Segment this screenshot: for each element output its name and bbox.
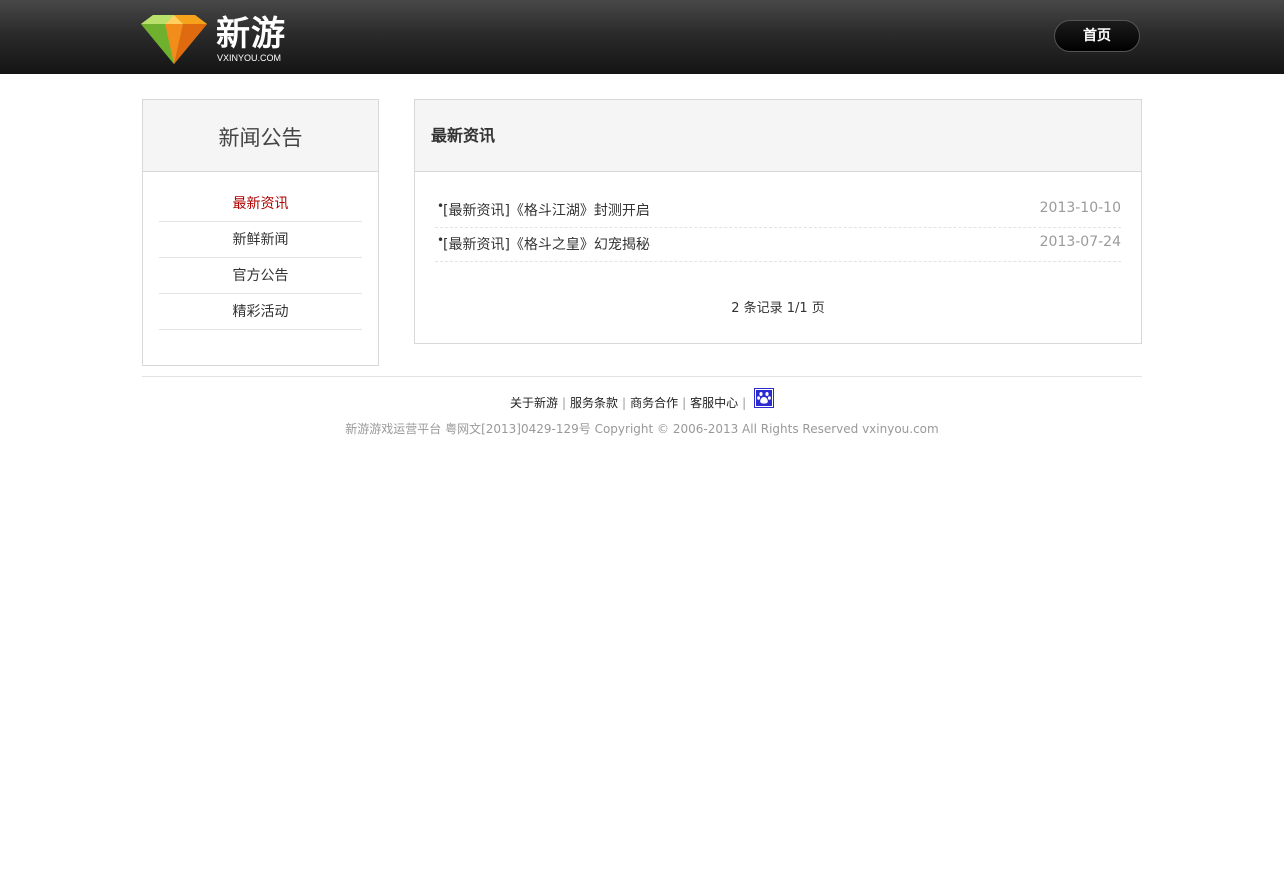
footer-separator: | [622,396,627,410]
footer-link-business[interactable]: 商务合作 [630,396,678,410]
news-date: 2013-07-24 [1039,234,1121,250]
footer-link-support[interactable]: 客服中心 [690,396,738,410]
pagination-info: 2 条记录 1/1 页 [731,301,825,316]
main-title: 最新资讯 [415,100,1141,172]
sidebar-item-official-notices[interactable]: 官方公告 [159,258,362,294]
sidebar-menu: 最新资讯 新鲜新闻 官方公告 精彩活动 [159,186,362,330]
news-item: • [最新资讯]《格斗之皇》幻宠揭秘 2013-07-24 [435,227,1121,262]
footer-separator: | [742,396,747,410]
footer-link-about[interactable]: 关于新游 [510,396,558,410]
news-item: • [最新资讯]《格斗江湖》封测开启 2013-10-10 [435,193,1121,228]
copyright-text: 新游游戏运营平台 粤网文[2013]0429-129号 Copyright © … [345,422,939,436]
footer-separator: | [561,396,567,410]
sidebar-panel: 新闻公告 最新资讯 新鲜新闻 官方公告 精彩活动 [142,99,379,366]
main-panel: 最新资讯 • [最新资讯]《格斗江湖》封测开启 2013-10-10 • [最新… [414,99,1142,344]
news-title-link[interactable]: [最新资讯]《格斗之皇》幻宠揭秘 [443,227,650,263]
sidebar-title: 新闻公告 [143,100,378,172]
top-bar: 新游 VXINYOU.COM 首页 [0,0,1284,74]
sidebar-item-fresh-news[interactable]: 新鲜新闻 [159,222,362,258]
baidu-paw-icon[interactable] [754,388,775,408]
logo-text: 新游 [216,14,286,54]
logo-subtitle: VXINYOU.COM [217,53,282,63]
sidebar-item-latest-news[interactable]: 最新资讯 [159,186,362,222]
news-title-link[interactable]: [最新资讯]《格斗江湖》封测开启 [443,193,650,229]
sidebar-item-events[interactable]: 精彩活动 [159,294,362,330]
footer-links: 关于新游 | 服务条款 | 商务合作 | 客服中心 | [0,388,1284,416]
site-logo[interactable]: 新游 VXINYOU.COM [141,13,301,65]
footer-divider [142,376,1142,377]
footer-separator: | [682,396,687,410]
news-date: 2013-10-10 [1039,200,1121,216]
footer-link-terms[interactable]: 服务条款 [570,396,618,410]
gem-logo-icon [141,15,207,64]
home-button[interactable]: 首页 [1054,20,1140,52]
